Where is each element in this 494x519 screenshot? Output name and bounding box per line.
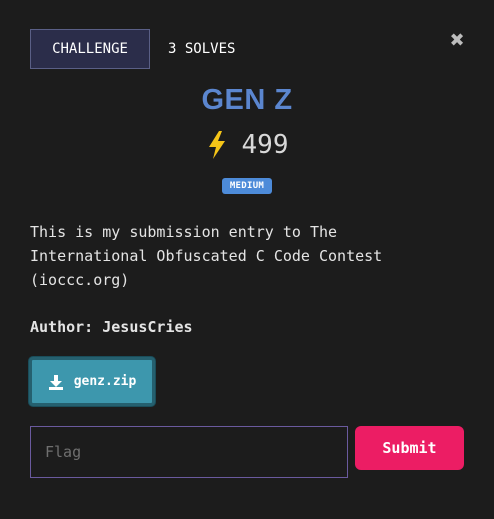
submit-button[interactable]: Submit <box>355 426 464 470</box>
difficulty-badge: MEDIUM <box>222 178 272 194</box>
description-line: This is my submission entry to The <box>30 223 338 241</box>
challenge-modal: CHALLENGE 3 SOLVES ✖ GEN Z 499 MEDIUM Th… <box>0 0 494 519</box>
file-download-button[interactable]: genz.zip <box>29 357 155 406</box>
points-row: 499 <box>0 130 494 160</box>
tab-solves[interactable]: 3 SOLVES <box>168 29 235 69</box>
tab-challenge[interactable]: CHALLENGE <box>30 29 150 69</box>
file-name: genz.zip <box>73 374 137 389</box>
author-label: Author: JesusCries <box>30 318 193 336</box>
download-icon <box>48 374 63 390</box>
description-line: International Obfuscated C Code Contest <box>30 247 383 265</box>
close-icon[interactable]: ✖ <box>448 30 466 52</box>
challenge-title: GEN Z <box>201 84 293 116</box>
lightning-bolt-icon <box>208 131 225 159</box>
description-line: (ioccc.org) <box>30 271 130 289</box>
challenge-description: This is my submission entry to The Inter… <box>30 220 470 292</box>
flag-input[interactable] <box>30 426 348 478</box>
points-value: 499 <box>241 130 289 160</box>
